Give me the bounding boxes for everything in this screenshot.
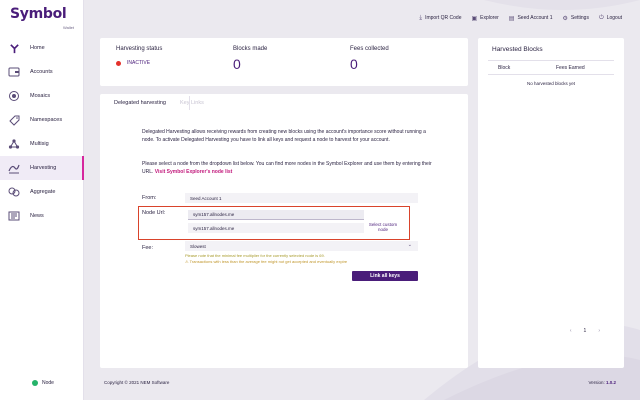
sidebar-item-label: Aggregate [30, 189, 56, 195]
from-label: From: [142, 195, 157, 201]
link-all-keys-button[interactable]: Link all keys [352, 271, 418, 281]
from-value: Seed Account 1 [190, 195, 222, 201]
logo-text: Symbol [10, 6, 67, 22]
blocks-made-label: Blocks made [233, 46, 268, 52]
version: Version: 1.0.2 [588, 380, 616, 385]
status-badge: INACTIVE [116, 60, 162, 66]
sidebar-item-multisig[interactable]: Multisig [0, 132, 84, 156]
harvesting-status: Harvesting status INACTIVE [116, 46, 162, 66]
sidebar-item-label: Accounts [30, 69, 53, 75]
fee-label: Fee: [142, 245, 154, 251]
sidebar-item-aggregate[interactable]: Aggregate [0, 180, 84, 204]
fee-warning: ⚠ Transactions with less than the averag… [185, 259, 348, 264]
explorer-link[interactable]: ▣ Explorer [471, 15, 498, 22]
divider [488, 60, 614, 61]
copyright: Copyright © 2021 NEM Software [104, 380, 170, 385]
status-value: INACTIVE [127, 60, 151, 66]
sidebar-nav: Home Accounts Mosaics Namespaces Multisi… [0, 36, 84, 228]
harvesting-status-label: Harvesting status [116, 46, 163, 52]
fees-collected-label: Fees collected [350, 46, 389, 52]
fees-collected-value: 0 [350, 56, 358, 72]
wallet-icon [8, 66, 20, 78]
logout-button[interactable]: ⏻ Logout [599, 15, 622, 22]
page-number[interactable]: 1 [584, 328, 587, 334]
news-icon [8, 210, 20, 222]
explorer-label: Explorer [480, 15, 499, 21]
import-qr-button[interactable]: ⤓ Import QR Code [419, 15, 461, 22]
fee-select[interactable]: Slowest ⌄ [185, 241, 418, 251]
description-paragraph-2: Please select a node from the dropdown l… [142, 160, 432, 176]
prev-page-button[interactable]: ‹ [570, 328, 572, 334]
next-page-button[interactable]: › [598, 328, 600, 334]
status-dot [116, 60, 121, 66]
node-url-label: Node Url: [142, 210, 166, 216]
sidebar-item-label: Multisig [30, 141, 49, 147]
home-icon [8, 42, 20, 54]
tab-divider [189, 96, 190, 110]
sidebar-item-label: Harvesting [30, 165, 57, 171]
sidebar-item-label: Mosaics [30, 93, 51, 99]
account-selector[interactable]: ▤ Seed Account 1 [509, 15, 553, 22]
node-status[interactable]: Node [32, 380, 54, 386]
tab-delegated-harvesting[interactable]: Delegated harvesting [114, 100, 166, 109]
empty-state: No harvested blocks yet [526, 81, 576, 86]
explorer-icon: ▣ [471, 15, 478, 22]
harvested-blocks-card: Harvested Blocks Block Fees Earned No ha… [478, 38, 624, 368]
from-field[interactable]: Seed Account 1 [185, 193, 418, 203]
fee-value: Slowest [190, 243, 206, 249]
sidebar-item-news[interactable]: News [0, 204, 84, 228]
sidebar-item-label: News [30, 213, 44, 219]
description-paragraph-1: Delegated Harvesting allows receiving re… [142, 129, 426, 143]
sidebar-item-harvesting[interactable]: Harvesting [0, 156, 84, 180]
node-url-input[interactable]: sym157.allnodes.me [188, 210, 364, 220]
import-qr-label: Import QR Code [425, 15, 462, 21]
delegated-harvesting-card: Delegated harvesting Key Links Delegated… [100, 94, 468, 368]
mosaic-icon [8, 90, 20, 102]
account-icon: ▤ [508, 15, 515, 22]
gear-icon: ⚙ [562, 15, 568, 22]
logo-subtitle: Wallet [63, 25, 74, 30]
version-value: 1.0.2 [605, 380, 616, 385]
explorer-node-list-link[interactable]: Visit Symbol Explorer's node list [155, 169, 233, 175]
node-status-dot [32, 380, 38, 386]
symbol-logo[interactable]: Symbol Wallet [10, 6, 76, 34]
topbar: ⤓ Import QR Code ▣ Explorer ▤ Seed Accou… [84, 0, 640, 36]
account-label: Seed Account 1 [517, 15, 553, 21]
sidebar: Symbol Wallet Home Accounts Mosaics Name… [0, 0, 84, 400]
blocks-made: Blocks made 0 [233, 46, 267, 72]
sidebar-item-label: Home [30, 45, 45, 51]
pagination: ‹ 1 › [558, 328, 600, 334]
chevron-down-icon: ⌄ [407, 242, 412, 248]
column-header-fees: Fees Earned [556, 65, 585, 71]
column-header-block: Block [498, 65, 511, 71]
power-icon: ⏻ [598, 14, 604, 21]
sidebar-item-home[interactable]: Home [0, 36, 84, 60]
sidebar-item-label: Namespaces [30, 117, 63, 123]
aggregate-icon [8, 186, 20, 198]
node-url-value: sym157.allnodes.me [193, 212, 235, 217]
download-icon: ⤓ [419, 14, 423, 21]
node-option-label: sym157.allnodes.me [193, 225, 235, 231]
settings-label: Settings [570, 15, 589, 21]
sidebar-item-namespaces[interactable]: Namespaces [0, 108, 84, 132]
node-option[interactable]: sym157.allnodes.me [188, 223, 364, 233]
harvesting-status-card: Harvesting status INACTIVE Blocks made 0… [100, 38, 468, 86]
tab-bar: Delegated harvesting Key Links [114, 100, 218, 109]
blocks-made-value: 0 [233, 56, 241, 72]
sidebar-item-mosaics[interactable]: Mosaics [0, 84, 84, 108]
multisig-icon [8, 138, 20, 150]
node-label: Node [42, 380, 54, 386]
sidebar-item-accounts[interactable]: Accounts [0, 60, 84, 84]
harvested-blocks-title: Harvested Blocks [492, 46, 543, 53]
version-label: Version: [588, 380, 605, 385]
logout-label: Logout [606, 15, 622, 21]
divider [488, 74, 614, 75]
fee-multiplier-note: Please note that the minimal fee multipl… [185, 253, 325, 258]
select-custom-node-button[interactable]: Select custom node [366, 222, 400, 232]
harvest-icon [8, 162, 20, 174]
fees-collected: Fees collected 0 [350, 46, 389, 72]
tab-key-links[interactable]: Key Links [180, 100, 204, 109]
settings-button[interactable]: ⚙ Settings [562, 15, 588, 22]
namespace-icon [8, 114, 20, 126]
